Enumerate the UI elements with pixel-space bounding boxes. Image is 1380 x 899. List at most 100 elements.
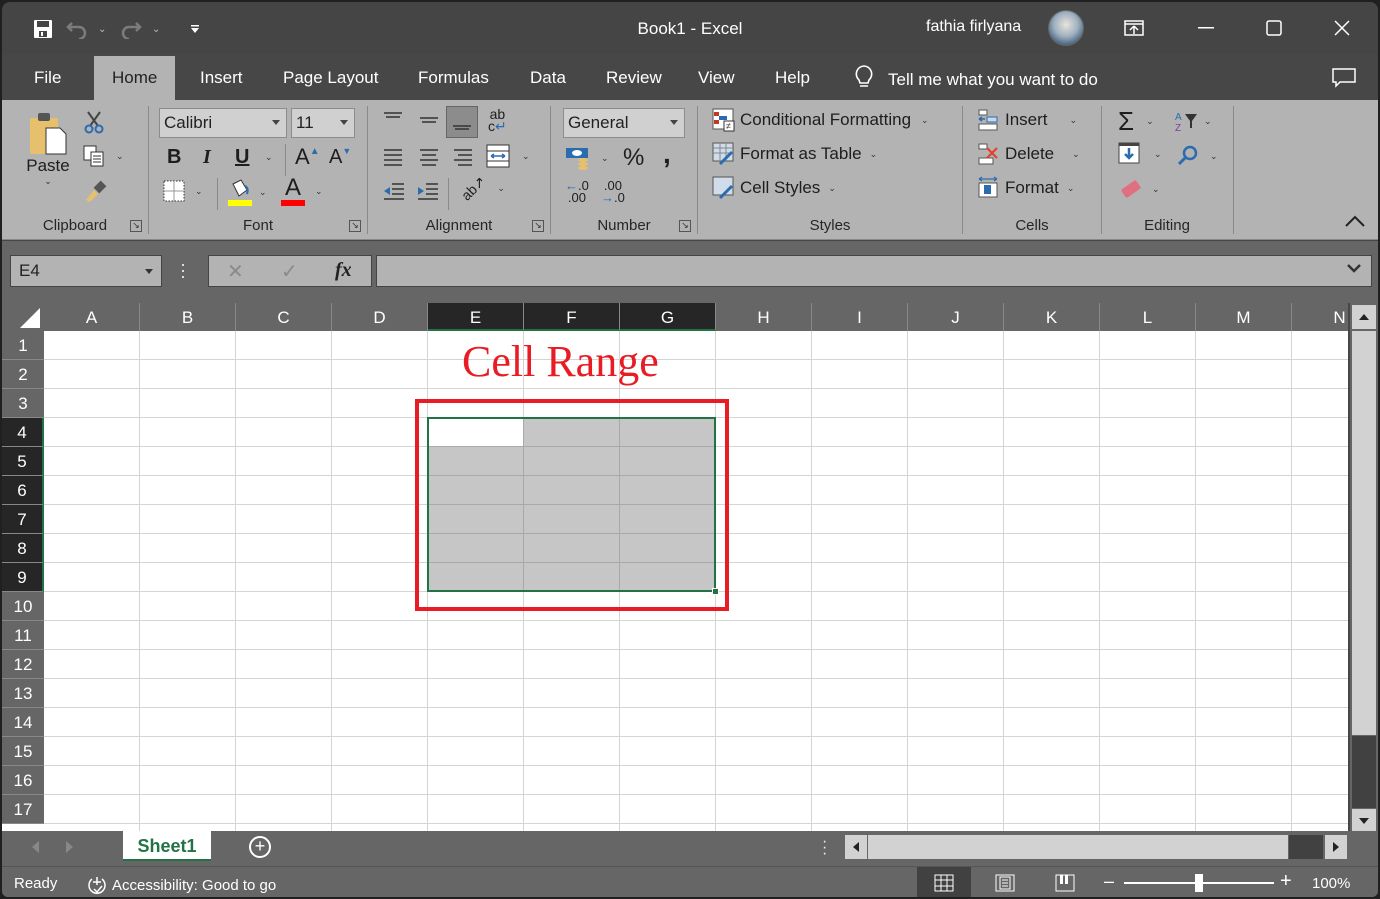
tab-file[interactable]: File — [18, 56, 77, 100]
percent-style-button[interactable]: % — [623, 144, 644, 172]
scroll-down-button[interactable] — [1352, 809, 1376, 833]
scroll-thumb[interactable] — [1352, 736, 1376, 808]
zoom-slider-thumb[interactable] — [1195, 874, 1203, 892]
comments-icon[interactable] — [1332, 68, 1356, 93]
number-launcher-icon[interactable]: ↘ — [679, 220, 691, 232]
ribbon-display-options-icon[interactable] — [1114, 12, 1154, 44]
fill-color-button[interactable]: ⌄ — [227, 178, 267, 206]
font-name-select[interactable]: Calibri — [159, 108, 287, 138]
column-header-c[interactable]: C — [236, 303, 332, 331]
column-header-i[interactable]: I — [812, 303, 908, 331]
orientation-button[interactable]: ab↗ ⌄ — [458, 173, 505, 204]
zoom-in-button[interactable]: + — [1280, 870, 1292, 893]
format-as-table-button[interactable]: Format as Table ⌄ — [712, 142, 877, 166]
tab-data[interactable]: Data — [514, 56, 582, 100]
comma-style-button[interactable]: , — [663, 138, 671, 170]
fill-dropdown-icon[interactable]: ⌄ — [1154, 149, 1162, 160]
accounting-dropdown-icon[interactable]: ⌄ — [601, 153, 609, 164]
column-header-k[interactable]: K — [1004, 303, 1100, 331]
row-header-12[interactable]: 12 — [2, 650, 44, 679]
row-header-7[interactable]: 7 — [2, 505, 44, 534]
row-header-17[interactable]: 17 — [2, 795, 44, 824]
find-dropdown-icon[interactable]: ⌄ — [1210, 151, 1218, 162]
maximize-icon[interactable] — [1254, 12, 1294, 44]
row-header-3[interactable]: 3 — [2, 389, 44, 418]
scroll-left-button[interactable] — [845, 835, 867, 859]
fill-color-dropdown-icon[interactable]: ⌄ — [259, 187, 267, 198]
column-header-d[interactable]: D — [332, 303, 428, 331]
tell-me-search[interactable]: Tell me what you want to do — [854, 64, 1098, 95]
tab-help[interactable]: Help — [759, 56, 826, 100]
row-header-11[interactable]: 11 — [2, 621, 44, 650]
middle-align-icon[interactable] — [418, 110, 440, 128]
formula-input[interactable] — [376, 255, 1372, 287]
row-header-5[interactable]: 5 — [2, 447, 44, 476]
sheet-tab-sheet1[interactable]: Sheet1 — [123, 831, 211, 861]
borders-dropdown-icon[interactable]: ⌄ — [195, 186, 203, 197]
tab-view[interactable]: View — [682, 56, 751, 100]
horizontal-scroll-thumb[interactable] — [1289, 835, 1323, 859]
column-header-e[interactable]: E — [428, 303, 524, 331]
tab-split-handle[interactable]: · · · — [822, 834, 827, 862]
clear-button[interactable]: ⌄ — [1118, 178, 1160, 200]
align-left-icon[interactable] — [382, 146, 404, 168]
underline-dropdown-icon[interactable]: ⌄ — [265, 152, 273, 163]
copy-button[interactable]: ⌄ — [82, 144, 124, 168]
underline-button[interactable]: U — [235, 146, 249, 169]
row-header-8[interactable]: 8 — [2, 534, 44, 563]
cut-icon[interactable] — [82, 110, 106, 134]
user-name[interactable]: fathia firlyana — [926, 18, 1021, 36]
bold-button[interactable]: B — [167, 146, 181, 169]
decrease-decimal-button[interactable]: .00 →.0 — [601, 179, 625, 204]
sort-filter-button[interactable]: AZ ⌄ — [1174, 110, 1212, 132]
font-launcher-icon[interactable]: ↘ — [349, 220, 361, 232]
cancel-icon[interactable]: ✕ — [227, 259, 244, 284]
row-header-6[interactable]: 6 — [2, 476, 44, 505]
minimize-icon[interactable] — [1186, 12, 1226, 44]
previous-sheet-icon[interactable] — [32, 841, 39, 853]
autosum-dropdown-icon[interactable]: ⌄ — [1146, 116, 1154, 127]
column-header-l[interactable]: L — [1100, 303, 1196, 331]
column-header-g[interactable]: G — [620, 303, 716, 331]
formula-bar-options-icon[interactable]: · · · — [180, 255, 186, 285]
accounting-format-button[interactable]: ⌄ — [565, 146, 609, 170]
copy-dropdown-icon[interactable]: ⌄ — [116, 151, 124, 162]
alignment-launcher-icon[interactable]: ↘ — [532, 220, 544, 232]
row-header-9[interactable]: 9 — [2, 563, 44, 592]
autosum-button[interactable]: Σ ⌄ — [1118, 106, 1154, 137]
format-painter-icon[interactable] — [82, 178, 108, 202]
orientation-dropdown-icon[interactable]: ⌄ — [497, 183, 505, 194]
horizontal-scroll-track[interactable] — [868, 835, 1288, 859]
row-header-10[interactable]: 10 — [2, 592, 44, 621]
zoom-out-button[interactable]: – — [1104, 871, 1114, 892]
font-color-dropdown-icon[interactable]: ⌄ — [315, 186, 323, 197]
borders-button[interactable]: ⌄ — [163, 180, 203, 202]
collapse-ribbon-icon[interactable] — [1344, 214, 1366, 228]
close-icon[interactable] — [1322, 12, 1362, 44]
vertical-scrollbar[interactable] — [1350, 303, 1378, 833]
fill-button[interactable]: ⌄ — [1118, 142, 1162, 166]
sort-filter-dropdown-icon[interactable]: ⌄ — [1204, 116, 1212, 127]
add-sheet-icon[interactable]: + — [249, 836, 271, 858]
user-avatar[interactable] — [1048, 10, 1084, 46]
column-header-f[interactable]: F — [524, 303, 620, 331]
row-header-13[interactable]: 13 — [2, 679, 44, 708]
align-right-icon[interactable] — [452, 146, 474, 168]
zoom-level[interactable]: 100% — [1312, 875, 1350, 892]
top-align-icon[interactable] — [382, 110, 404, 128]
row-header-1[interactable]: 1 — [2, 331, 44, 360]
row-header-16[interactable]: 16 — [2, 766, 44, 795]
bottom-align-icon[interactable] — [446, 106, 478, 138]
column-header-h[interactable]: H — [716, 303, 812, 331]
scroll-up-button[interactable] — [1352, 305, 1376, 329]
tab-home[interactable]: Home — [94, 56, 176, 100]
font-color-button[interactable]: A ⌄ — [281, 176, 323, 206]
row-header-15[interactable]: 15 — [2, 737, 44, 766]
column-header-b[interactable]: B — [140, 303, 236, 331]
horizontal-scrollbar[interactable] — [845, 835, 1351, 861]
merge-dropdown-icon[interactable]: ⌄ — [522, 151, 530, 162]
increase-font-size-button[interactable]: A ▲ — [295, 144, 320, 170]
font-size-select[interactable]: 11 — [291, 108, 355, 138]
number-format-select[interactable]: General — [563, 108, 685, 138]
row-header-14[interactable]: 14 — [2, 708, 44, 737]
